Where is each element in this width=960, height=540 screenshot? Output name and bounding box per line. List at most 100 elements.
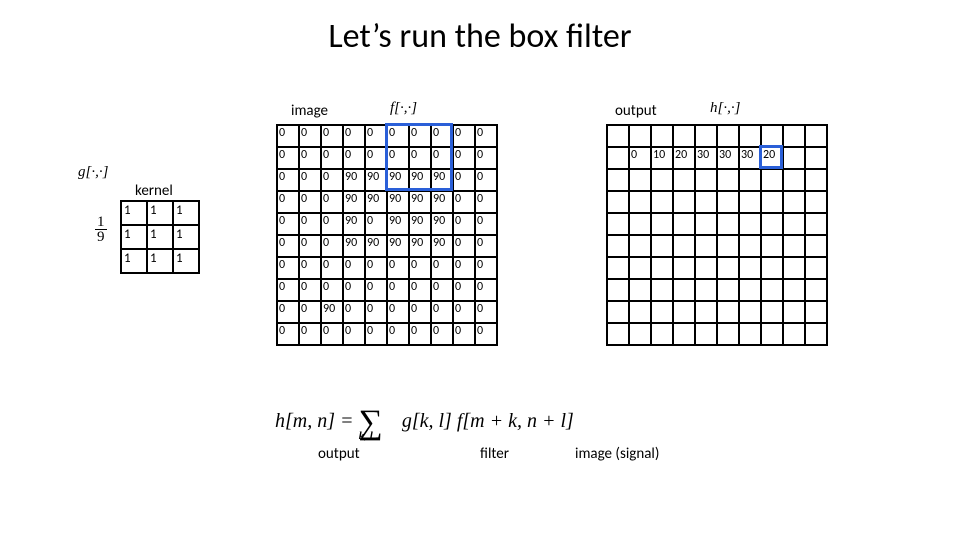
cell: 0: [475, 125, 497, 147]
cell: [783, 323, 805, 345]
cell: 0: [299, 213, 321, 235]
kcell: 1: [173, 201, 199, 225]
cell: [805, 301, 827, 323]
cell: [651, 169, 673, 191]
cell: 90: [409, 169, 431, 191]
cell: [783, 169, 805, 191]
cell: 0: [321, 169, 343, 191]
cell: [717, 279, 739, 301]
cell: [761, 191, 783, 213]
cell: 0: [299, 257, 321, 279]
cell: [629, 257, 651, 279]
cell: [695, 279, 717, 301]
cell: 0: [299, 301, 321, 323]
cell: 0: [453, 169, 475, 191]
cell: 0: [453, 191, 475, 213]
cell: 0: [365, 279, 387, 301]
cell: 0: [475, 147, 497, 169]
cell: [695, 191, 717, 213]
cell: [695, 213, 717, 235]
cell: 0: [365, 213, 387, 235]
cell: [739, 323, 761, 345]
cell: [651, 235, 673, 257]
cell: [695, 323, 717, 345]
cell: [783, 191, 805, 213]
cell: [651, 279, 673, 301]
cell: 0: [431, 147, 453, 169]
cell: [717, 169, 739, 191]
cell: [805, 191, 827, 213]
cell: 0: [343, 125, 365, 147]
cell: 0: [387, 279, 409, 301]
cell: 0: [321, 279, 343, 301]
cell: 30: [695, 147, 717, 169]
cell: 0: [321, 257, 343, 279]
cell: [607, 279, 629, 301]
cell: [717, 125, 739, 147]
cell: [673, 301, 695, 323]
cell: 0: [277, 323, 299, 345]
label-kernel: kernel: [135, 182, 173, 200]
cell: 90: [321, 301, 343, 323]
cell: 0: [409, 125, 431, 147]
cell: 0: [365, 257, 387, 279]
cell: [695, 125, 717, 147]
cell: [651, 191, 673, 213]
cell: 0: [387, 323, 409, 345]
formula-rhs: g[k, l] f[m + k, n + l]: [402, 410, 574, 432]
cell: 20: [673, 147, 695, 169]
cell: 20: [761, 147, 783, 169]
cell: 0: [431, 323, 453, 345]
cell: 0: [321, 213, 343, 235]
cell: [761, 169, 783, 191]
math-h: h[·,·]: [710, 100, 740, 117]
cell: 0: [343, 323, 365, 345]
cell: 0: [409, 301, 431, 323]
cell: [607, 213, 629, 235]
cell: 0: [365, 125, 387, 147]
cell: [761, 301, 783, 323]
kcell: 1: [121, 249, 147, 273]
cell: [739, 257, 761, 279]
cell: [761, 257, 783, 279]
cell: 0: [453, 147, 475, 169]
cell: 0: [453, 213, 475, 235]
cell: 0: [475, 169, 497, 191]
cell: [673, 279, 695, 301]
cell: [651, 301, 673, 323]
cell: [629, 191, 651, 213]
cell: 0: [387, 301, 409, 323]
cell: 90: [431, 191, 453, 213]
cell: [607, 323, 629, 345]
cell: 0: [453, 257, 475, 279]
cell: [805, 323, 827, 345]
label-output-top: output: [615, 102, 657, 120]
cell: [607, 191, 629, 213]
cell: 0: [299, 147, 321, 169]
cell: [717, 323, 739, 345]
cell: [651, 323, 673, 345]
cell: 0: [453, 301, 475, 323]
cell: 0: [387, 147, 409, 169]
cell: [651, 125, 673, 147]
cell: 0: [453, 323, 475, 345]
cell: 0: [277, 257, 299, 279]
cell: [673, 323, 695, 345]
math-f: f[·,·]: [390, 100, 417, 117]
cell: 0: [343, 257, 365, 279]
cell: 90: [431, 213, 453, 235]
cell: [717, 301, 739, 323]
cell: [783, 279, 805, 301]
cell: 90: [387, 169, 409, 191]
cell: [629, 213, 651, 235]
cell: 90: [343, 235, 365, 257]
cell: 0: [431, 125, 453, 147]
kcell: 1: [147, 225, 173, 249]
cell: [739, 279, 761, 301]
cell: 0: [475, 213, 497, 235]
cell: 0: [453, 125, 475, 147]
cell: 0: [277, 191, 299, 213]
cell: 90: [431, 169, 453, 191]
cell: [761, 323, 783, 345]
kernel-fraction: 1 9: [95, 215, 107, 244]
